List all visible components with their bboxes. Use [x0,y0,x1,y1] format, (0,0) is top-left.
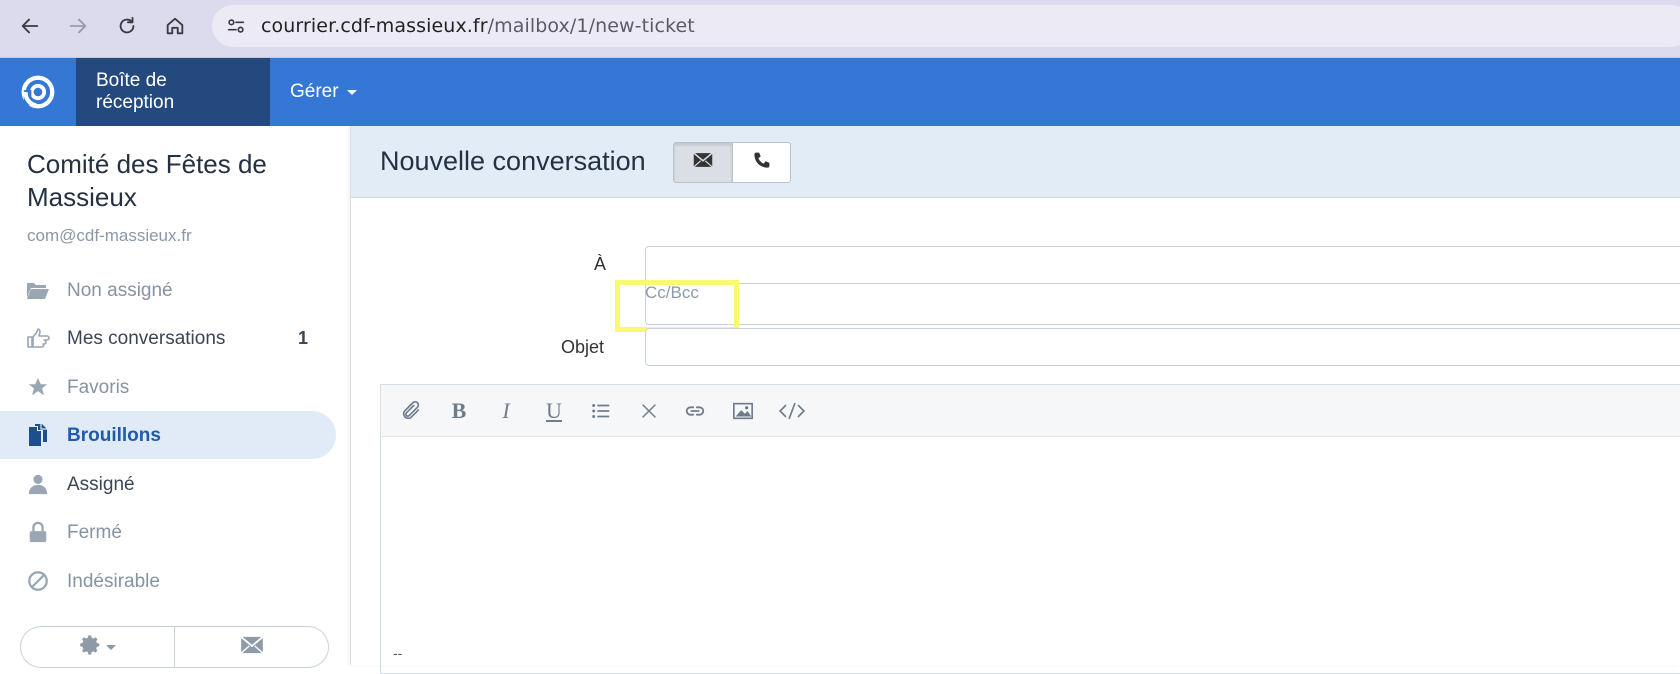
list-icon[interactable] [589,399,613,423]
folder-assigned[interactable]: Assigné [0,460,336,508]
phone-type-button[interactable] [731,143,791,182]
mailbox-name: Comité des Fêtes de Massieux [27,149,267,212]
folder-count-badge: 1 [297,328,308,348]
mailbox-sidebar: Comité des Fêtes de Massieux com@cdf-mas… [0,126,350,668]
drafts-icon [26,424,50,446]
conversation-type-toggle [673,142,791,183]
envelope-icon [240,635,264,659]
to-label: À [594,254,607,274]
folder-mine[interactable]: Mes conversations 1 [0,314,336,362]
gear-icon [79,634,102,661]
folder-label: Favoris [67,377,130,398]
forward-icon[interactable] [63,11,93,41]
link-icon[interactable] [683,399,707,423]
nav-manage-dropdown[interactable]: Gérer [270,58,377,126]
image-icon[interactable] [731,399,755,423]
nav-manage-label: Gérer [290,81,339,102]
lock-icon [26,521,50,543]
folder-label: Indésirable [67,571,160,592]
reload-icon[interactable] [112,11,142,41]
address-bar[interactable]: courrier.cdf-massieux.fr/mailbox/1/new-t… [212,5,1680,47]
open-folder-icon [26,279,50,301]
folder-label: Mes conversations [67,328,226,349]
folder-label: Assigné [67,474,135,495]
folder-closed[interactable]: Fermé [0,508,336,556]
folder-label: Fermé [67,522,122,543]
nav-inbox[interactable]: Boîte de réception [76,58,270,126]
highlight-box [615,280,739,332]
cc-field[interactable] [645,283,1680,325]
sidebar-actions [20,626,329,668]
clear-format-icon[interactable] [637,399,661,423]
subject-label: Objet [561,337,605,357]
email-type-button[interactable] [674,143,732,182]
caret-down-icon [346,89,357,95]
url-text: courrier.cdf-massieux.fr/mailbox/1/new-t… [261,15,695,37]
new-conversation-button[interactable] [174,627,328,667]
to-field[interactable] [645,246,1680,284]
star-icon [26,376,50,398]
panel-header: Nouvelle conversation [351,126,1680,198]
folder-drafts[interactable]: Brouillons [0,411,336,459]
mailbox-settings-button[interactable] [21,627,174,667]
hand-pointer-icon [26,327,50,349]
home-icon[interactable] [160,11,190,41]
bold-icon[interactable]: B [447,399,471,423]
app-logo-icon[interactable] [0,58,76,126]
paperclip-icon[interactable] [399,399,423,423]
browser-toolbar: courrier.cdf-massieux.fr/mailbox/1/new-t… [0,0,1680,58]
message-editor[interactable]: B I U -- [380,384,1680,674]
user-icon [26,473,50,495]
app-navbar: Boîte de réception Gérer [0,58,1680,126]
folder-spam[interactable]: Indésirable [0,557,336,605]
caret-down-icon [105,644,116,650]
mailbox-email: com@cdf-massieux.fr [27,226,192,245]
page-title: Nouvelle conversation [380,146,646,176]
back-icon[interactable] [15,11,45,41]
folder-label: Non assigné [67,280,173,301]
new-conversation-panel: Nouvelle conversation À Cc/Bcc Objet B I… [350,126,1680,674]
phone-icon [752,151,771,175]
folder-starred[interactable]: Favoris [0,363,336,411]
envelope-icon [693,152,713,173]
ban-icon [26,570,50,592]
code-view-icon[interactable] [777,399,807,423]
signature-text: -- [393,645,403,661]
folder-unassigned[interactable]: Non assigné [0,266,336,314]
site-settings-icon[interactable] [222,12,250,40]
folder-label: Brouillons [67,425,161,446]
italic-icon[interactable]: I [494,399,518,423]
underline-icon[interactable]: U [542,399,566,423]
subject-field[interactable] [645,328,1680,366]
editor-toolbar: B I U [381,385,1680,437]
